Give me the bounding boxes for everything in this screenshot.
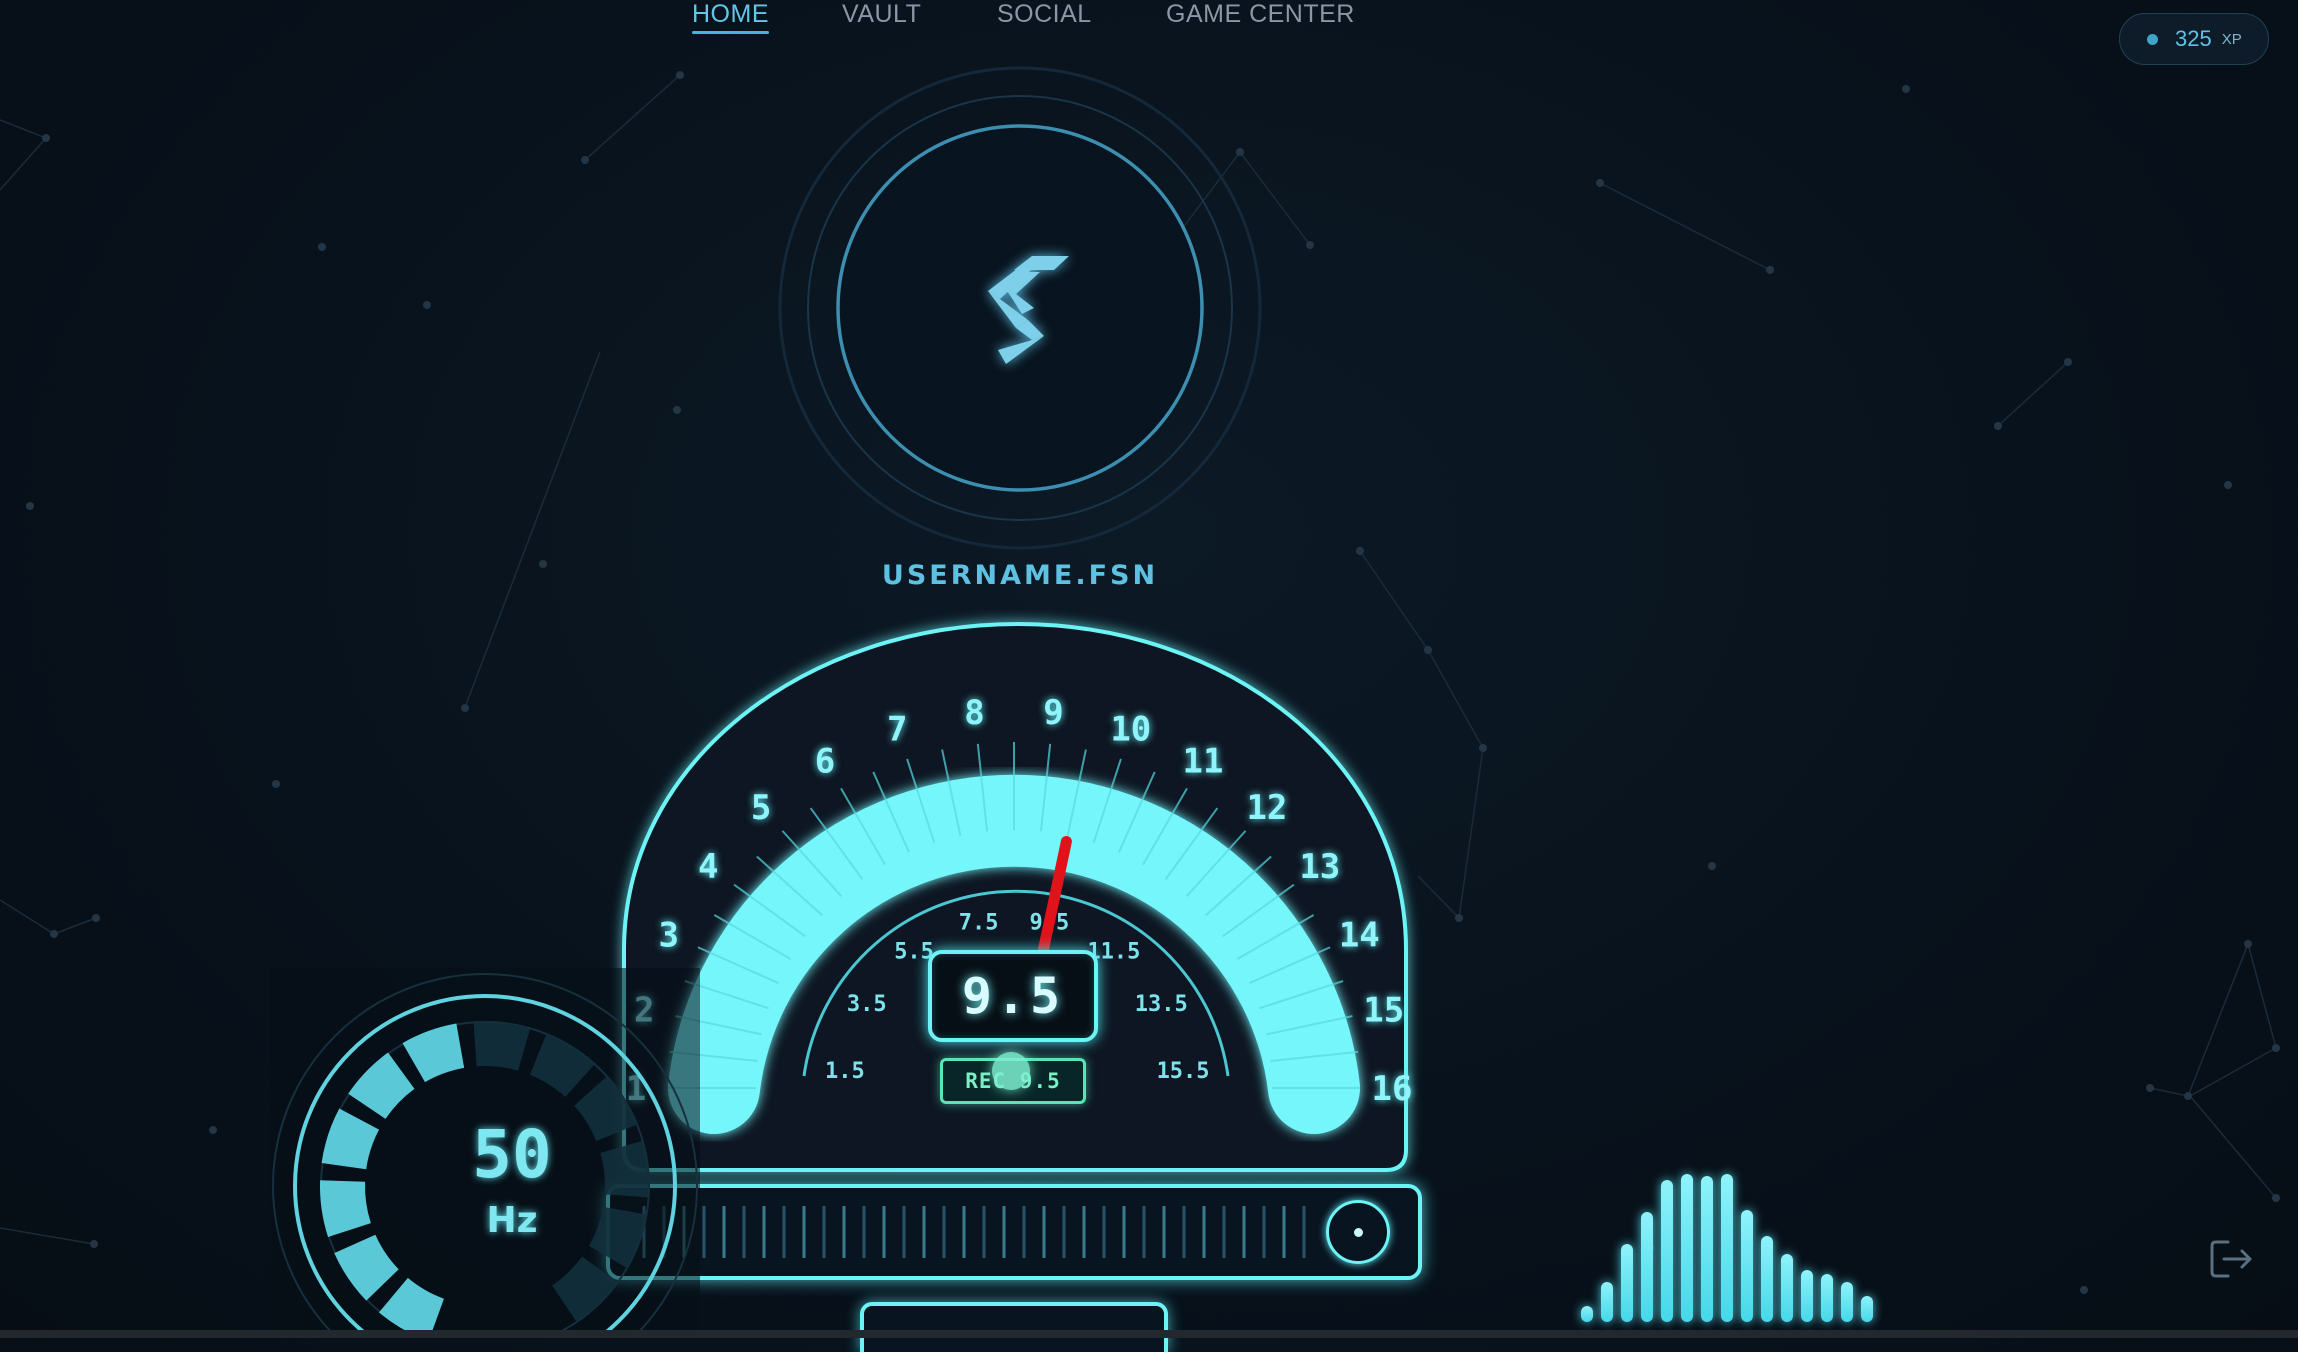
- equalizer-bar: [1701, 1176, 1713, 1322]
- equalizer-bar: [1721, 1174, 1733, 1322]
- bottom-scroll-strip: [0, 1330, 2298, 1338]
- gauge-outer-tick-label: 5: [751, 788, 771, 828]
- gauge-inner-tick-label: 13.5: [1135, 992, 1188, 1017]
- equalizer-bar: [1621, 1244, 1633, 1322]
- gauge-readout: 9.5: [928, 950, 1098, 1042]
- nav-tab-social-label: SOCIAL: [997, 0, 1092, 28]
- gauge-outer-tick-label: 11: [1183, 742, 1224, 782]
- nav-tab-game-center[interactable]: GAME CENTER: [1166, 0, 1355, 29]
- hz-segment-filled: [348, 1052, 415, 1119]
- equalizer-bar: [1861, 1296, 1873, 1322]
- gauge-pivot-knob: [992, 1052, 1030, 1090]
- equalizer-bar: [1821, 1274, 1833, 1322]
- gauge-outer-tick-label: 15: [1363, 990, 1404, 1030]
- hz-segment-filled: [334, 1234, 399, 1301]
- bottom-drawer-tab[interactable]: [860, 1302, 1168, 1352]
- xp-badge[interactable]: 325 XP: [2119, 13, 2269, 65]
- equalizer-bar: [1681, 1174, 1693, 1322]
- slider-ticks: [642, 1206, 1306, 1258]
- hz-segment-empty: [473, 1021, 531, 1071]
- refresh-rate-dial[interactable]: 50 Hz: [270, 968, 700, 1338]
- hz-segment-filled: [320, 1180, 371, 1237]
- gauge-outer-tick-label: 3: [658, 915, 678, 955]
- gauge-outer-tick-label: 7: [887, 710, 907, 750]
- nav-tab-home[interactable]: HOME: [692, 0, 769, 34]
- gauge-inner-tick-label: 7.5: [959, 911, 999, 936]
- xp-unit: XP: [2221, 30, 2242, 48]
- hz-segment-empty: [529, 1033, 596, 1097]
- equalizer-bar: [1741, 1210, 1753, 1322]
- hz-segment-filled: [378, 1277, 444, 1338]
- gauge-outer-tick-label: 4: [698, 847, 718, 887]
- equalizer-bar: [1661, 1180, 1673, 1322]
- nav-tab-vault[interactable]: VAULT: [842, 0, 921, 29]
- hz-unit: Hz: [486, 1200, 538, 1241]
- hz-segment-empty: [552, 1256, 619, 1323]
- active-tab-underline: [692, 31, 769, 34]
- gauge-outer-tick-label: 13: [1299, 847, 1340, 887]
- equalizer-bar: [1601, 1282, 1613, 1322]
- gauge-inner-tick-label: 3.5: [847, 992, 887, 1017]
- audio-equalizer-icon: [1575, 1170, 1895, 1330]
- gauge-outer-tick-label: 8: [964, 693, 984, 733]
- logout-icon[interactable]: [2208, 1236, 2254, 1282]
- hz-value: 50: [472, 1116, 552, 1193]
- status-dot-icon: [2147, 33, 2158, 45]
- nav-tab-home-label: HOME: [692, 0, 769, 28]
- gauge-outer-tick-label: 9: [1043, 693, 1063, 733]
- equalizer-bar: [1761, 1236, 1773, 1322]
- gauge-outer-tick-label: 14: [1339, 915, 1380, 955]
- equalizer-bar: [1581, 1306, 1593, 1322]
- nav-tab-game-center-label: GAME CENTER: [1166, 0, 1355, 28]
- gauge-slider-track[interactable]: [606, 1184, 1422, 1280]
- gauge-inner-tick-label: 1.5: [825, 1059, 865, 1084]
- gauge-inner-tick-label: 15.5: [1157, 1059, 1210, 1084]
- slider-handle-dot: [1354, 1228, 1363, 1237]
- equalizer-bar: [1841, 1282, 1853, 1322]
- profile-avatar[interactable]: [770, 58, 1270, 558]
- gauge-outer-tick-label: 6: [815, 742, 835, 782]
- equalizer-bar: [1641, 1212, 1653, 1322]
- gauge-outer-tick-label: 12: [1246, 788, 1287, 828]
- equalizer-bar: [1801, 1270, 1813, 1322]
- hz-segment-filled: [321, 1108, 380, 1170]
- gauge-outer-tick-label: 16: [1372, 1069, 1413, 1109]
- xp-value: 325: [2175, 26, 2212, 51]
- slider-handle[interactable]: [1326, 1200, 1390, 1264]
- gauge-outer-tick-label: 10: [1110, 710, 1151, 750]
- hz-segment-filled: [402, 1023, 465, 1083]
- equalizer-bar: [1781, 1254, 1793, 1322]
- nav-tab-social[interactable]: SOCIAL: [997, 0, 1092, 29]
- username-label: USERNAME.FSN: [881, 560, 1159, 591]
- nav-tab-vault-label: VAULT: [842, 0, 922, 28]
